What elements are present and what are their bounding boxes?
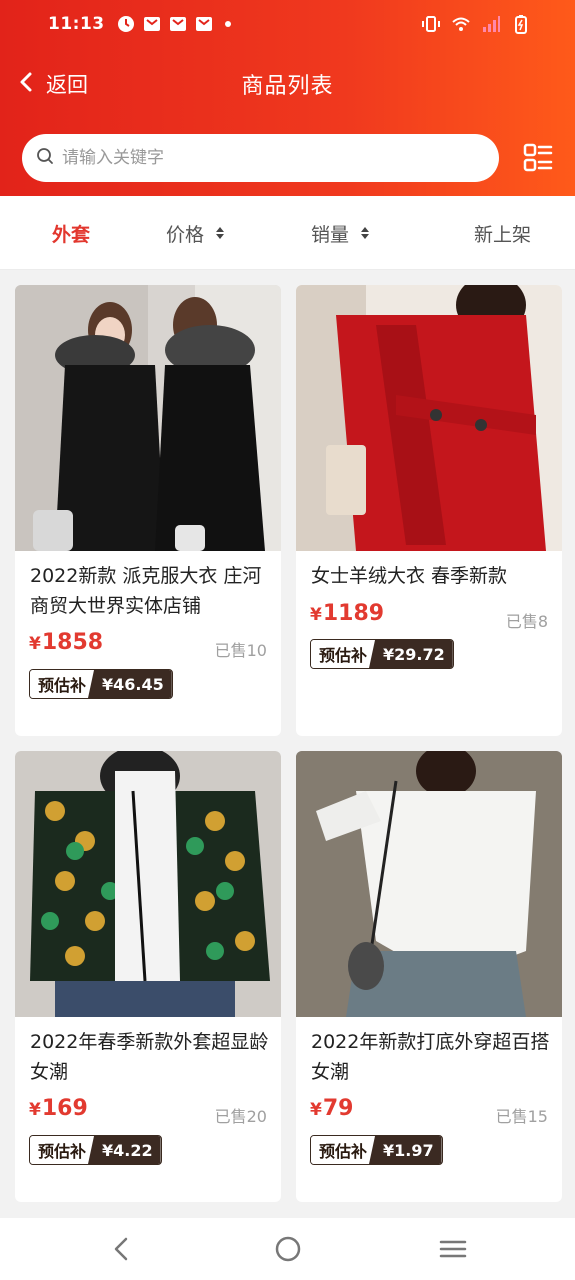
product-image — [296, 285, 562, 551]
system-nav-bar — [0, 1218, 575, 1280]
filter-tabs: 外套 价格 销量 新上架 — [0, 196, 575, 270]
dot-icon — [224, 21, 231, 27]
price-value: 169 — [41, 1096, 88, 1121]
product-title: 2022年春季新款外套超显龄女潮 — [30, 1031, 269, 1083]
search-input[interactable] — [62, 148, 462, 168]
product-card[interactable]: 女士羊绒大衣 春季新款 ¥1189 已售8 预估补 ¥29.72 — [296, 285, 562, 736]
product-card[interactable]: 2022新款 派克服大衣 庄河商贸大世界实体店铺 ¥1858 已售10 预估补 … — [15, 285, 281, 736]
sold-count: 已售15 — [495, 1107, 548, 1126]
tab-label: 价格 — [166, 223, 205, 246]
system-back-button[interactable] — [107, 1234, 137, 1264]
currency-symbol: ¥ — [29, 1100, 41, 1120]
product-image — [296, 751, 562, 1017]
product-image — [15, 285, 281, 551]
back-triangle-icon — [107, 1237, 137, 1268]
wifi-icon — [451, 14, 471, 38]
app-notification-icon — [117, 15, 135, 33]
battery-charging-icon — [511, 14, 531, 38]
product-title: 2022年新款打底外穿超百搭女潮 — [311, 1031, 550, 1083]
system-home-button[interactable] — [273, 1234, 303, 1264]
vibrate-icon — [421, 14, 441, 38]
subsidy-badge: 预估补 ¥1.97 — [310, 1135, 443, 1165]
status-bar: 11:13 — [0, 0, 575, 48]
layout-toggle-button[interactable] — [522, 142, 554, 174]
status-system-icons — [421, 14, 531, 38]
page-title: 商品列表 — [241, 74, 334, 99]
subsidy-value: ¥29.72 — [369, 640, 453, 668]
tab-outerwear[interactable]: 外套 — [52, 218, 90, 248]
sort-arrows-icon — [216, 227, 225, 239]
subsidy-label: 预估补 — [30, 1136, 95, 1164]
tab-label: 外套 — [52, 223, 91, 246]
subsidy-label: 预估补 — [311, 640, 376, 668]
product-title: 2022新款 派克服大衣 庄河商贸大世界实体店铺 — [30, 565, 262, 617]
signal-icon — [481, 14, 501, 38]
home-circle-icon — [273, 1236, 303, 1268]
product-price: ¥169 — [29, 1096, 88, 1121]
mail-icon — [169, 15, 187, 33]
system-menu-button[interactable] — [438, 1234, 468, 1264]
list-layout-icon — [522, 143, 554, 178]
tab-label: 新上架 — [474, 223, 532, 246]
subsidy-badge: 预估补 ¥4.22 — [29, 1135, 162, 1165]
sold-count: 已售8 — [505, 612, 548, 631]
status-notifications — [117, 15, 231, 33]
menu-icon — [438, 1240, 468, 1268]
product-card[interactable]: 2022年春季新款外套超显龄女潮 ¥169 已售20 预估补 ¥4.22 — [15, 751, 281, 1202]
sort-arrows-icon — [361, 227, 370, 239]
subsidy-value: ¥1.97 — [369, 1136, 442, 1164]
search-icon — [36, 147, 54, 169]
sold-count: 已售10 — [214, 641, 267, 660]
status-time: 11:13 — [48, 14, 105, 34]
tab-new-arrivals[interactable]: 新上架 — [474, 218, 531, 248]
product-price: ¥1858 — [29, 630, 103, 655]
subsidy-badge: 预估补 ¥29.72 — [310, 639, 454, 669]
price-value: 1858 — [41, 630, 104, 655]
subsidy-label: 预估补 — [311, 1136, 376, 1164]
currency-symbol: ¥ — [310, 1100, 322, 1120]
mail-icon — [195, 15, 213, 33]
price-value: 79 — [322, 1096, 354, 1121]
mail-icon — [143, 15, 161, 33]
price-value: 1189 — [322, 601, 385, 626]
subsidy-value: ¥4.22 — [88, 1136, 161, 1164]
sold-count: 已售20 — [214, 1107, 267, 1126]
subsidy-label: 预估补 — [30, 670, 95, 698]
search-box[interactable] — [22, 134, 499, 182]
currency-symbol: ¥ — [29, 634, 41, 654]
tab-label: 销量 — [311, 223, 350, 246]
tab-sales[interactable]: 销量 — [311, 218, 370, 248]
product-price: ¥79 — [310, 1096, 353, 1121]
subsidy-badge: 预估补 ¥46.45 — [29, 669, 173, 699]
product-card[interactable]: 2022年新款打底外穿超百搭女潮 ¥79 已售15 预估补 ¥1.97 — [296, 751, 562, 1202]
product-image — [15, 751, 281, 1017]
product-price: ¥1189 — [310, 601, 384, 626]
currency-symbol: ¥ — [310, 605, 322, 625]
tab-price[interactable]: 价格 — [166, 218, 225, 248]
subsidy-value: ¥46.45 — [88, 670, 172, 698]
nav-bar: 返回 商品列表 — [0, 58, 575, 110]
search-row — [0, 134, 575, 182]
app-header: 11:13 返回 商品列表 请输入关键字 — [0, 0, 575, 196]
product-title: 女士羊绒大衣 春季新款 — [311, 565, 508, 587]
